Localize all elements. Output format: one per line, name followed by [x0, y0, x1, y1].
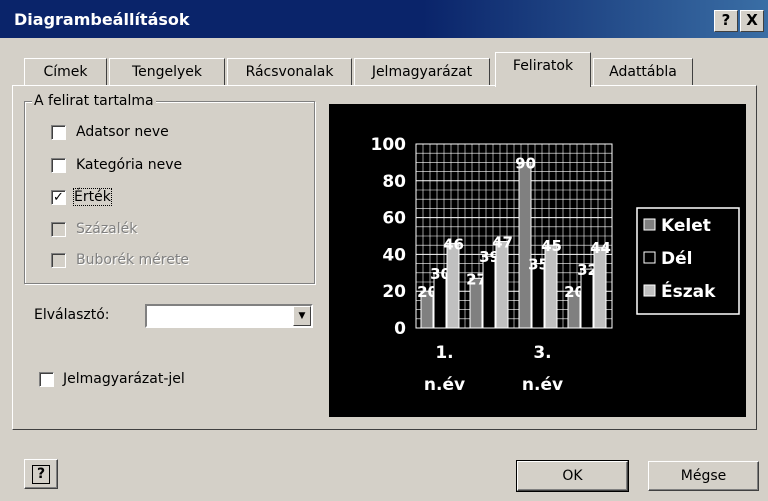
category-label: 3. — [533, 343, 551, 363]
bar-észak — [544, 244, 558, 329]
tab-gridlines[interactable]: Rácsvonalak — [227, 58, 352, 86]
bar-észak — [446, 242, 460, 329]
group-title: A felirat tartalma — [32, 93, 156, 109]
chevron-down-icon[interactable]: ▼ — [293, 306, 311, 326]
category-label: n.év — [522, 375, 563, 395]
separator-select[interactable]: ▼ — [145, 304, 313, 328]
value-checkbox[interactable]: ✓ — [51, 190, 66, 205]
help-icon: ? — [32, 465, 50, 484]
y-tick-label: 100 — [371, 135, 407, 155]
cancel-button[interactable]: Mégse — [648, 461, 759, 491]
chart-options-dialog: Diagrambeállítások ? X Címek Tengelyek R… — [0, 0, 768, 501]
series-name-label[interactable]: Adatsor neve — [76, 124, 169, 140]
tab-data-table[interactable]: Adattábla — [593, 58, 693, 86]
chart-preview: 100 80 60 40 20 0 20 30 46 27 39 47 90 35 45 20 32 44 1. n.… — [329, 104, 746, 417]
y-tick-label: 60 — [382, 209, 406, 229]
tab-data-labels[interactable]: Feliratok — [495, 52, 591, 87]
data-label: 90 — [515, 154, 536, 172]
data-label: 45 — [541, 237, 562, 255]
bar-kelet — [518, 161, 532, 329]
bar-dél — [482, 255, 496, 329]
bubble-size-label: Buborék mérete — [76, 252, 189, 268]
tab-titles[interactable]: Címek — [24, 58, 107, 86]
percent-label: Százalék — [76, 221, 138, 237]
title-bar[interactable]: Diagrambeállítások ? X — [0, 0, 768, 38]
legend-swatch-dél — [643, 251, 656, 264]
category-name-label[interactable]: Kategória neve — [76, 157, 182, 173]
series-name-checkbox[interactable] — [51, 125, 66, 140]
category-name-checkbox[interactable] — [51, 158, 66, 173]
y-tick-label: 80 — [382, 172, 406, 192]
legend-swatch-észak — [643, 284, 656, 297]
help-title-button[interactable]: ? — [714, 10, 738, 32]
data-label: 46 — [443, 235, 464, 253]
legend-key-checkbox[interactable] — [39, 372, 54, 387]
y-tick-label: 20 — [382, 282, 406, 302]
category-label: n.év — [424, 375, 465, 395]
legend-label: Dél — [661, 249, 692, 269]
data-label: 44 — [590, 239, 611, 257]
chart-svg: 1008060402002030462739479035452032441.n.… — [371, 135, 740, 395]
y-tick-label: 40 — [382, 245, 406, 265]
tab-legend[interactable]: Jelmagyarázat — [354, 58, 490, 86]
separator-label: Elválasztó: — [34, 307, 110, 323]
category-label: 1. — [435, 343, 453, 363]
bar-észak — [495, 241, 509, 329]
legend-label: Kelet — [661, 216, 711, 236]
ok-button[interactable]: OK — [516, 460, 629, 492]
legend-key-label[interactable]: Jelmagyarázat-jel — [63, 371, 185, 387]
data-label: 47 — [492, 234, 513, 252]
bar-észak — [593, 246, 607, 329]
percent-checkbox — [51, 222, 66, 237]
value-label[interactable]: Érték — [73, 188, 112, 206]
y-tick-label: 0 — [394, 319, 406, 339]
legend-label: Észak — [661, 280, 716, 302]
window-title: Diagrambeállítások — [14, 10, 190, 29]
close-button[interactable]: X — [740, 10, 764, 32]
tab-axes[interactable]: Tengelyek — [109, 58, 225, 86]
legend-swatch-kelet — [643, 218, 656, 231]
help-button[interactable]: ? — [24, 459, 58, 489]
bubble-size-checkbox — [51, 253, 66, 268]
